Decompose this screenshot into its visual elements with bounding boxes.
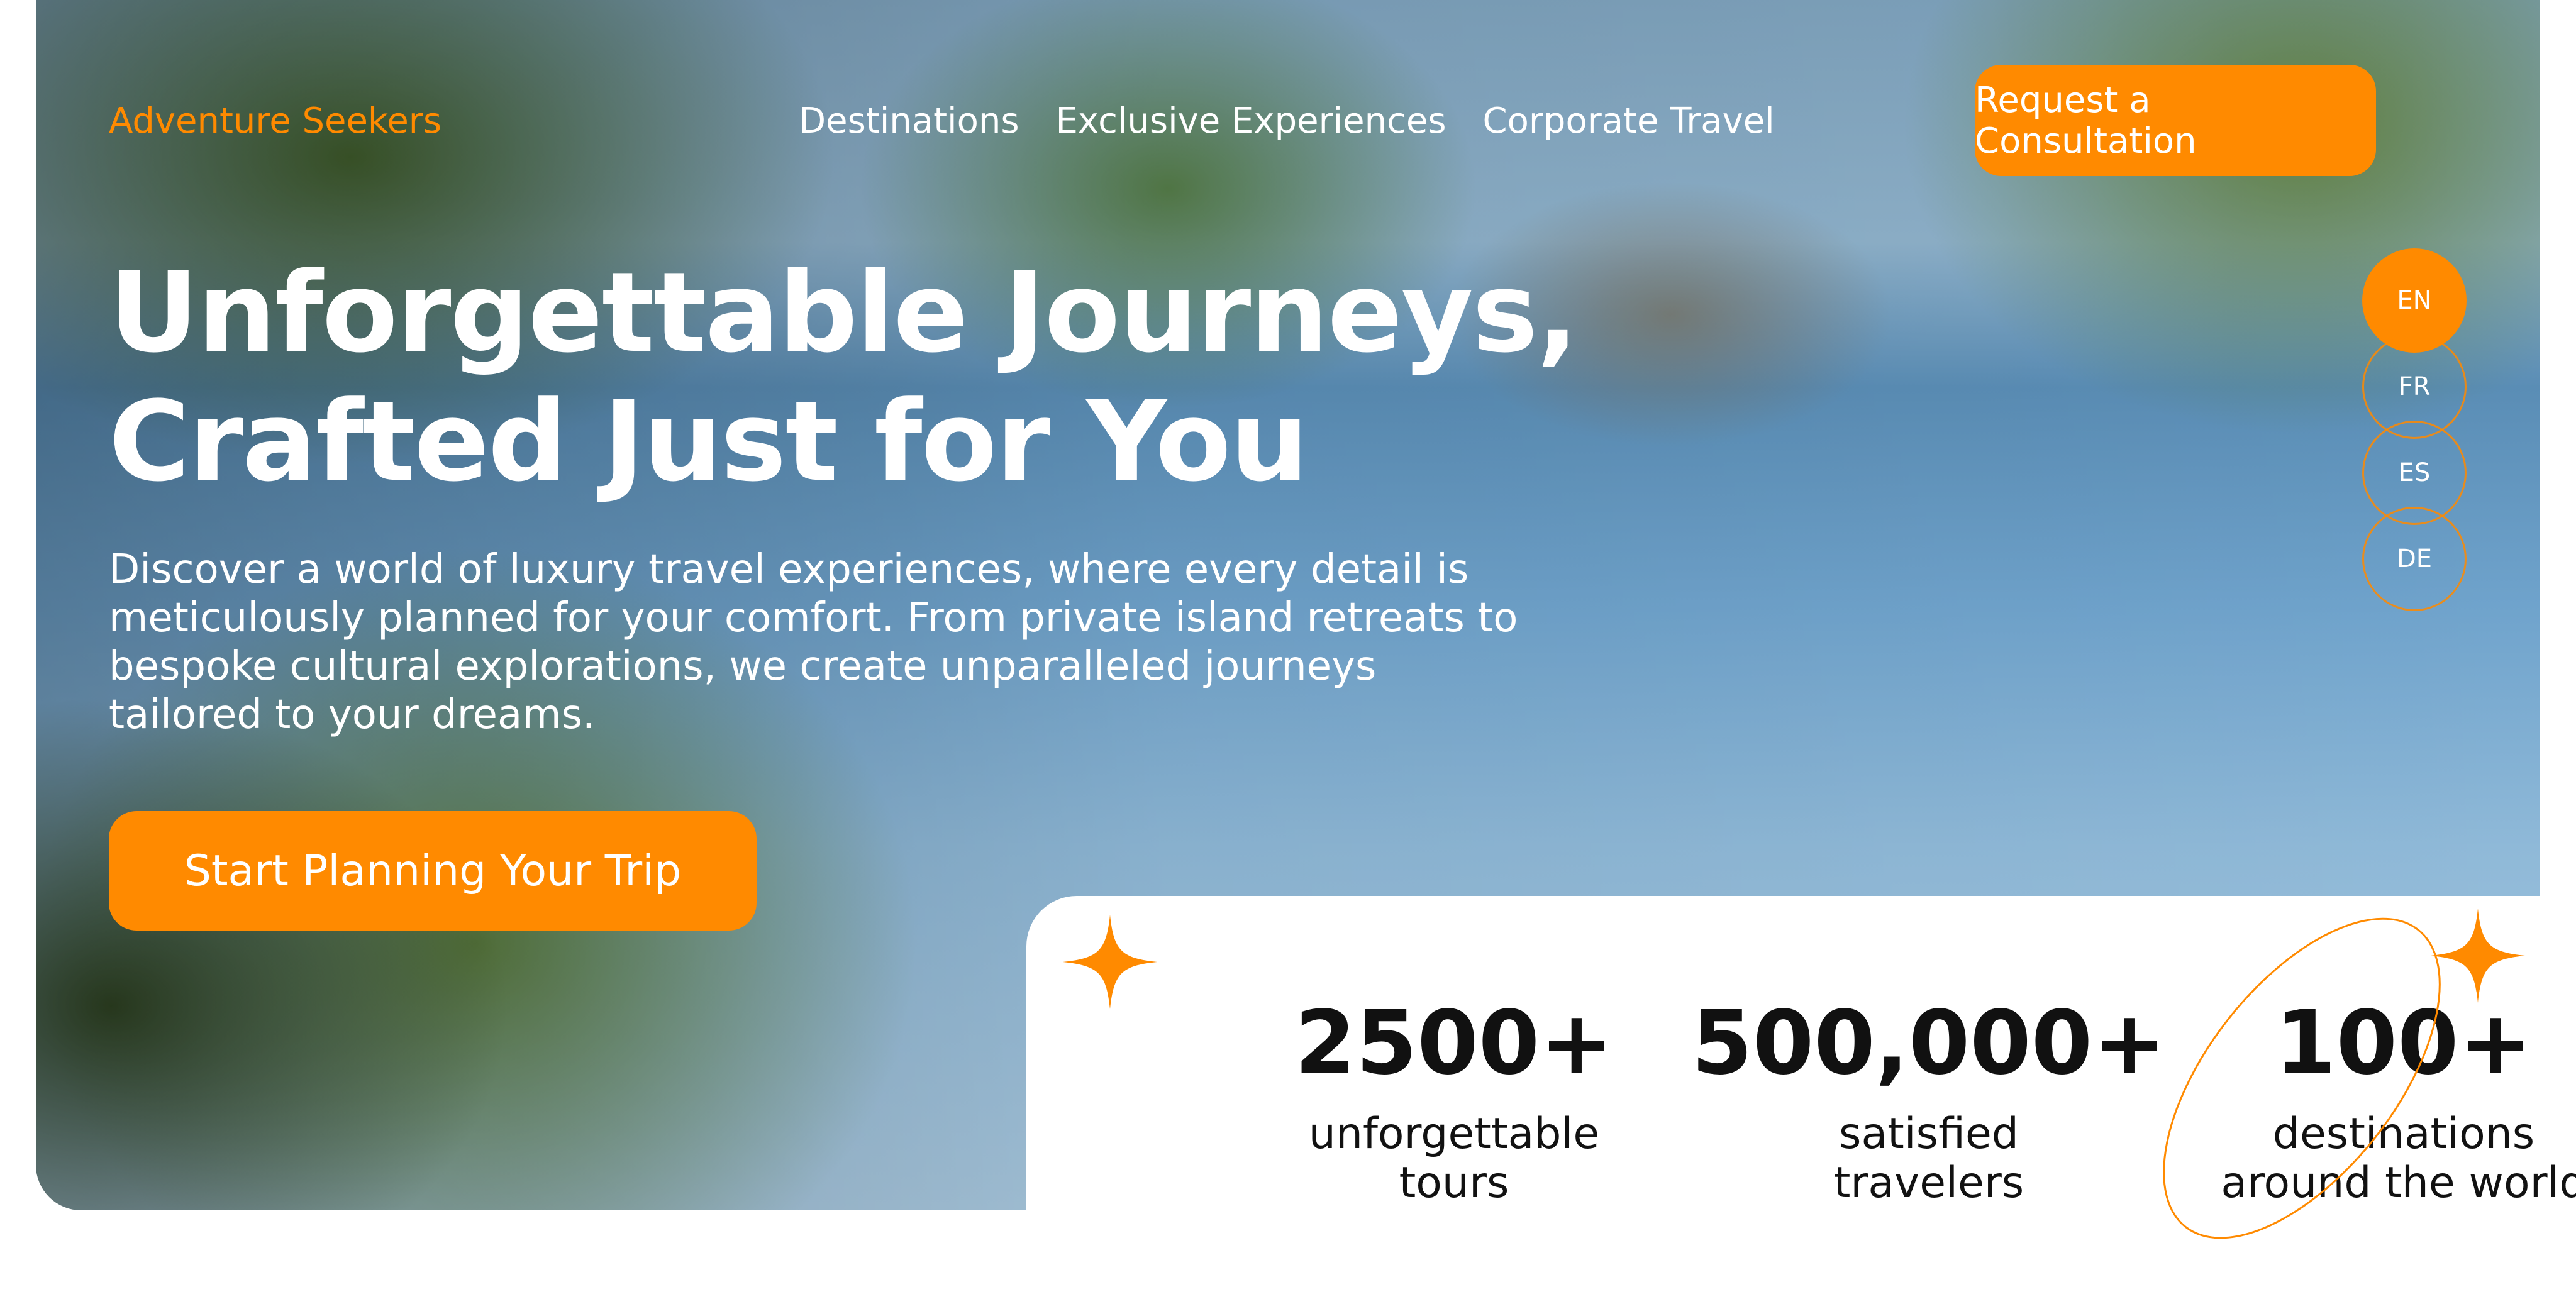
- nav-item-exclusive-experiences[interactable]: Exclusive Experiences: [1056, 101, 1446, 141]
- nav-item-corporate-travel[interactable]: Corporate Travel: [1483, 101, 1775, 141]
- stat-travelers: 500,000+ satisfied travelers: [1690, 990, 2168, 1208]
- stat-travelers-value: 500,000+: [1691, 992, 2167, 1095]
- main-nav: Destinations Exclusive Experiences Corpo…: [799, 101, 1775, 141]
- brand-logo[interactable]: Adventure Seekers: [109, 101, 441, 141]
- stats-panel: 2500+ unforgettable tours 500,000+ satis…: [1026, 896, 2576, 1304]
- language-option-de[interactable]: DE: [2362, 507, 2467, 611]
- stat-destinations-label: destinations around the world: [2221, 1109, 2576, 1208]
- stat-destinations: 100+ destinations around the world: [2165, 990, 2576, 1208]
- nav-item-destinations[interactable]: Destinations: [799, 101, 1019, 141]
- sparkle-icon: [2431, 909, 2525, 1003]
- stat-destinations-value: 100+: [2275, 992, 2533, 1095]
- hero-headline-line-1: Unforgettable Journeys,: [109, 248, 1579, 377]
- stat-tours-value: 2500+: [1294, 992, 1614, 1095]
- request-consultation-button[interactable]: Request a Consultation: [1975, 65, 2376, 176]
- hero-description: Discover a world of luxury travel experi…: [109, 546, 1518, 738]
- start-planning-button[interactable]: Start Planning Your Trip: [109, 811, 757, 931]
- stat-tours: 2500+ unforgettable tours: [1215, 990, 1693, 1208]
- stat-tours-label: unforgettable tours: [1308, 1109, 1600, 1208]
- hero-headline-line-2: Crafted Just for You: [109, 377, 1309, 506]
- hero-headline: Unforgettable Journeys, Crafted Just for…: [109, 248, 1650, 506]
- stat-travelers-label: satisfied travelers: [1833, 1109, 2024, 1208]
- sparkle-icon: [1063, 915, 1157, 1009]
